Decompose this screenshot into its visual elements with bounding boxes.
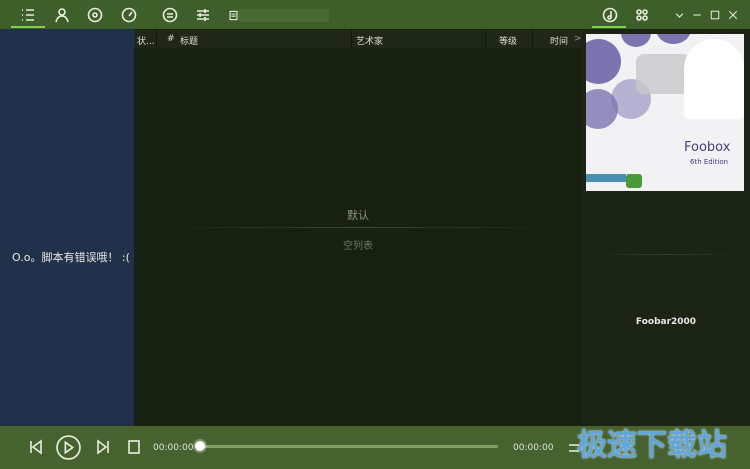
minimize-icon[interactable] (688, 6, 706, 24)
column-header: 状... # 标题 艺术家 等级 时间 > (134, 30, 582, 48)
dashboard-icon[interactable] (120, 6, 138, 24)
cover-title: Foobox (684, 140, 731, 155)
active-tab-indicator (11, 26, 45, 28)
seek-bar[interactable] (200, 445, 498, 448)
stop-icon[interactable] (125, 438, 143, 456)
empty-playlist-text: 空列表 (343, 241, 373, 252)
cover-subtitle: 6th Edition (690, 158, 729, 166)
active-view-indicator (592, 26, 626, 28)
column-time[interactable]: 时间 (550, 34, 568, 47)
top-toolbar (0, 0, 750, 29)
close-icon[interactable] (724, 6, 742, 24)
total-time: 00:00:00 (513, 443, 554, 453)
playlist-icon[interactable] (19, 6, 37, 24)
music-note-icon[interactable] (601, 6, 619, 24)
watermark: 极速下载站 (577, 428, 727, 463)
right-panel: Foobox 6th Edition Foobar2000 (582, 29, 750, 426)
menu-icon[interactable] (161, 6, 179, 24)
column-artist[interactable]: 艺术家 (356, 34, 383, 47)
elapsed-time: 00:00:00 (153, 443, 194, 453)
apps-icon[interactable] (633, 6, 651, 24)
playlist-view: 状... # 标题 艺术家 等级 时间 > 默认 空列表 (134, 29, 582, 426)
playlist-group-name: 默认 (347, 209, 369, 222)
column-number[interactable]: # (167, 34, 175, 44)
album-icon[interactable] (86, 6, 104, 24)
equalizer-icon[interactable] (194, 6, 212, 24)
chevron-down-icon[interactable] (670, 6, 688, 24)
album-cover: Foobox 6th Edition (586, 34, 744, 191)
search-input[interactable] (238, 9, 329, 22)
column-more[interactable]: > (574, 34, 582, 44)
divider (594, 254, 738, 255)
left-panel: O.o。脚本有错误哦！ :( (0, 29, 134, 426)
previous-icon[interactable] (27, 438, 45, 456)
maximize-icon[interactable] (706, 6, 724, 24)
play-icon[interactable] (56, 435, 81, 460)
column-title[interactable]: 标题 (180, 34, 198, 47)
track-info-text: Foobar2000 (635, 317, 697, 327)
divider (164, 227, 554, 228)
column-status[interactable]: 状... (137, 34, 155, 47)
column-rating[interactable]: 等级 (499, 34, 517, 47)
script-error-text: O.o。脚本有错误哦！ :( (12, 251, 130, 264)
seek-handle[interactable] (195, 441, 205, 451)
artist-icon[interactable] (53, 6, 71, 24)
next-icon[interactable] (94, 438, 112, 456)
